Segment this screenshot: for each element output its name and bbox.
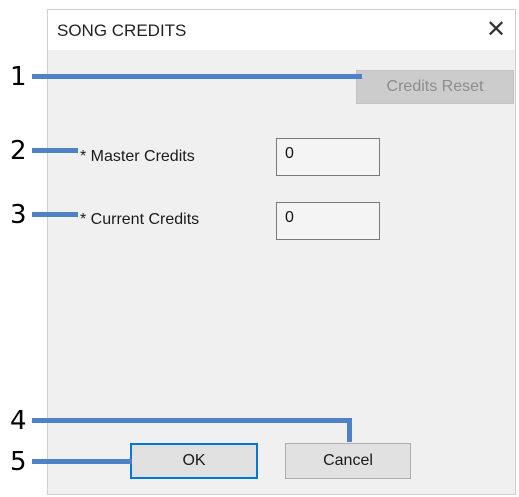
master-credits-field[interactable]: 0 [276, 138, 380, 176]
dialog-title: SONG CREDITS [57, 21, 187, 40]
master-credits-label: * Master Credits [80, 148, 195, 165]
callout-line-4-drop [347, 418, 352, 442]
ok-button[interactable]: OK [130, 443, 258, 479]
callout-line-4 [32, 418, 352, 423]
callout-line-5 [32, 459, 132, 464]
callout-number-3: 3 [10, 200, 27, 230]
callout-number-4: 4 [10, 406, 27, 436]
callout-line-2 [32, 148, 78, 153]
callout-number-2: 2 [10, 136, 27, 166]
current-credits-label: * Current Credits [80, 211, 200, 228]
callout-number-5: 5 [10, 447, 27, 477]
callout-line-1 [32, 74, 362, 79]
callout-line-3 [32, 212, 78, 217]
callout-number-1: 1 [10, 62, 27, 92]
title-bar: SONG CREDITS ✕ [48, 10, 515, 50]
credits-reset-button[interactable]: Credits Reset [356, 70, 514, 104]
close-icon[interactable]: ✕ [481, 15, 511, 45]
current-credits-field[interactable]: 0 [276, 202, 380, 240]
cancel-button[interactable]: Cancel [285, 443, 411, 479]
